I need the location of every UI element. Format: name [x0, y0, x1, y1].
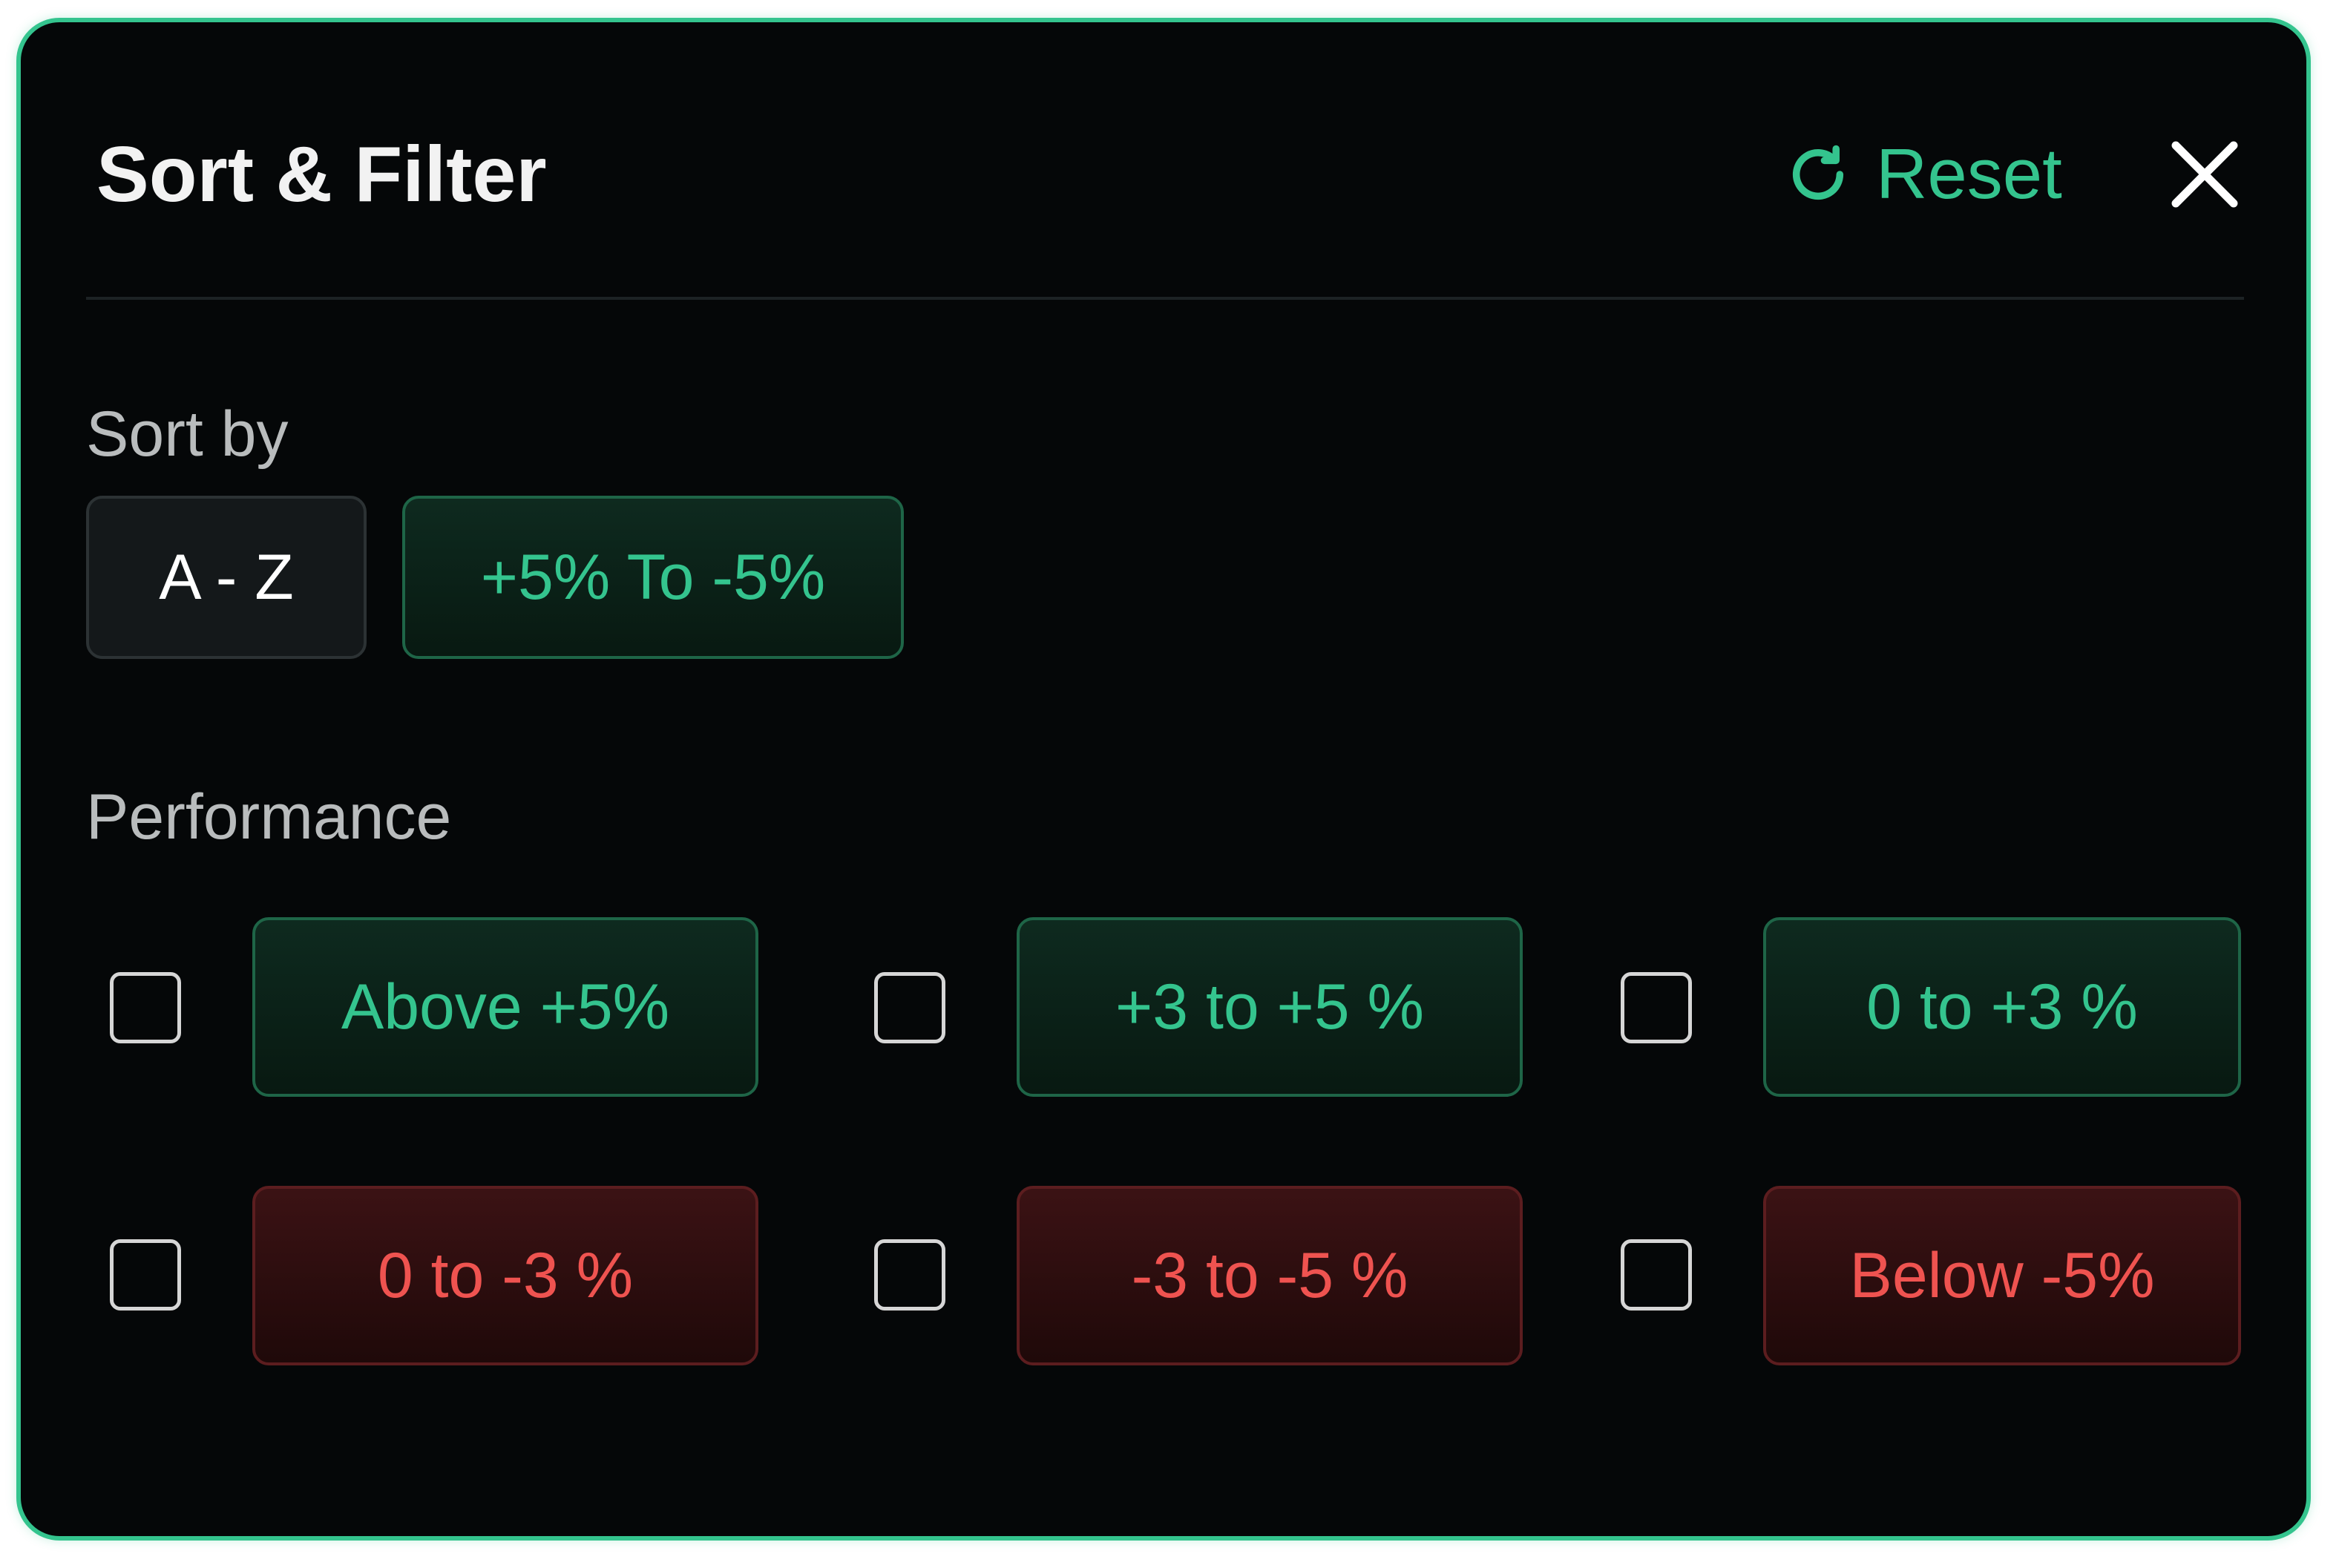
checkbox-below-minus-5[interactable] — [1621, 1239, 1692, 1311]
filter-chip-0-to-3[interactable]: 0 to +3 % — [1763, 917, 2241, 1097]
close-button[interactable] — [2164, 134, 2245, 215]
checkbox-minus-3-to-minus-5[interactable] — [874, 1239, 945, 1311]
checkbox-0-to-3[interactable] — [1621, 972, 1692, 1043]
filter-chip-below-minus-5[interactable]: Below -5% — [1763, 1186, 2241, 1365]
sort-option-a-z[interactable]: A - Z — [86, 496, 367, 659]
checkbox-0-to-minus-3[interactable] — [110, 1239, 181, 1311]
filter-chip-0-to-minus-3[interactable]: 0 to -3 % — [252, 1186, 758, 1365]
reset-button[interactable]: Reset — [1785, 126, 2062, 223]
performance-label: Performance — [86, 781, 452, 853]
filter-chip-above-5[interactable]: Above +5% — [252, 917, 758, 1097]
filter-chip-3-to-5[interactable]: +3 to +5 % — [1017, 917, 1523, 1097]
sort-option-performance[interactable]: +5% To -5% — [402, 496, 904, 659]
checkbox-3-to-5[interactable] — [874, 972, 945, 1043]
filter-chip-minus-3-to-minus-5[interactable]: -3 to -5 % — [1017, 1186, 1523, 1365]
sort-filter-dialog: Sort & Filter Reset Sort by A - Z +5% To… — [16, 18, 2311, 1541]
reset-label: Reset — [1876, 134, 2062, 214]
dialog-title: Sort & Filter — [96, 131, 547, 218]
sort-by-label: Sort by — [86, 398, 289, 470]
refresh-icon — [1792, 145, 1844, 200]
close-icon — [2171, 141, 2238, 208]
checkbox-above-5[interactable] — [110, 972, 181, 1043]
header-divider — [86, 297, 2244, 300]
